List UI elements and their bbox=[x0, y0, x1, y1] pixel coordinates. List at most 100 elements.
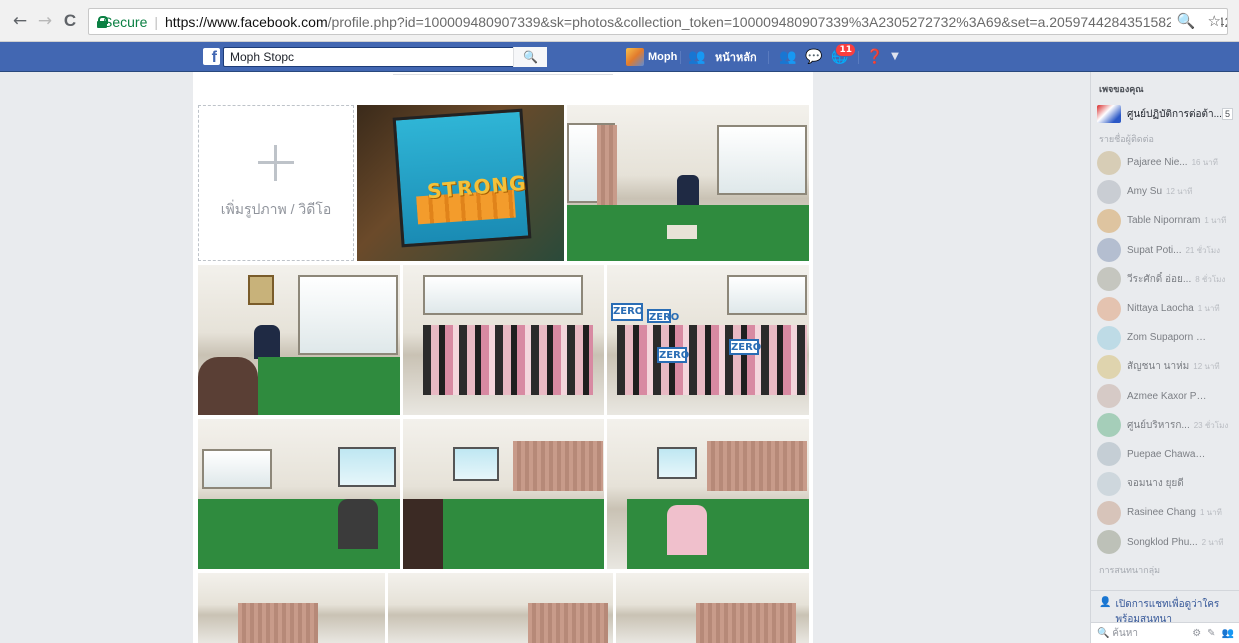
avatar bbox=[1097, 442, 1121, 467]
contact-name: จอมนาง ยุยดี bbox=[1127, 478, 1184, 490]
address-bar[interactable]: Secure | https://www.facebook.com/profil… bbox=[88, 8, 1228, 35]
divider bbox=[768, 51, 769, 64]
profile-link[interactable]: Moph bbox=[626, 48, 677, 66]
messages-icon[interactable]: 💬 bbox=[804, 47, 824, 67]
plus-icon bbox=[258, 145, 294, 181]
reload-icon[interactable]: C bbox=[58, 9, 82, 33]
photo-thumbnail[interactable] bbox=[403, 419, 604, 569]
help-icon[interactable]: ❓ bbox=[865, 47, 885, 67]
url-host: https://www.facebook.com bbox=[165, 13, 328, 30]
photo-thumbnail[interactable]: STRONG bbox=[357, 105, 564, 261]
create-group-icon[interactable]: 👥 bbox=[1222, 628, 1234, 639]
avatar bbox=[1097, 296, 1121, 321]
contact-name: ศูนย์บริหารก... bbox=[1127, 419, 1190, 431]
photo-thumbnail[interactable] bbox=[388, 573, 613, 643]
last-active-time: 16 นาที bbox=[1191, 158, 1218, 168]
new-message-icon[interactable]: ✎ bbox=[1207, 628, 1215, 639]
contact-item[interactable]: Rasinee Chang 1 นาที bbox=[1091, 498, 1239, 527]
avatar bbox=[1097, 384, 1121, 409]
avatar bbox=[1097, 208, 1121, 233]
page-avatar bbox=[1097, 105, 1121, 123]
photo-thumbnail[interactable] bbox=[607, 419, 809, 569]
zoom-icon[interactable]: 🔍 bbox=[1177, 12, 1196, 30]
chat-search-placeholder: ค้นหา bbox=[1112, 627, 1138, 639]
contact-item[interactable]: Nittaya Laocha 1 นาที bbox=[1091, 294, 1239, 323]
settings-gear-icon[interactable]: ⚙ bbox=[1192, 628, 1201, 639]
last-active-time: 2 นาที bbox=[1201, 537, 1224, 547]
back-icon[interactable]: ← bbox=[8, 9, 32, 33]
photo-thumbnail[interactable] bbox=[567, 105, 809, 261]
contact-name: Amy Su bbox=[1127, 186, 1163, 198]
contact-name: Songklod Phu... bbox=[1127, 536, 1198, 548]
last-active-time: 12 นาที bbox=[1166, 187, 1193, 197]
contact-item[interactable]: วีระศักดิ์ อ่อย... 8 ชั่วโมง bbox=[1091, 265, 1239, 294]
pages-header: เพจของคุณ bbox=[1099, 84, 1144, 94]
contact-name: สัญชนา นาห่ม bbox=[1127, 361, 1190, 373]
notifications-icon[interactable]: 🌐 11 bbox=[830, 43, 856, 67]
avatar bbox=[1097, 413, 1121, 438]
browser-toolbar: ← → C Secure | https://www.facebook.com /… bbox=[0, 0, 1239, 42]
last-active-time: 1 นาที bbox=[1204, 216, 1227, 226]
home-link[interactable]: หน้าหลัก bbox=[715, 48, 757, 66]
photo-thumbnail[interactable] bbox=[198, 419, 400, 569]
contact-item[interactable]: จอมนาง ยุยดี bbox=[1091, 469, 1239, 498]
facebook-top-bar: f Moph Stopc 🔍 Moph 👥 หน้าหลัก 👥 💬 🌐 11 ❓… bbox=[0, 42, 1239, 72]
contact-name: Zom Supaporn Boo... bbox=[1127, 332, 1207, 344]
page-count-badge: 5 bbox=[1221, 108, 1233, 120]
search-icon[interactable]: 🔍 bbox=[513, 47, 547, 67]
avatar bbox=[1097, 267, 1121, 292]
contact-list: Pajaree Nie... 16 นาที Amy Su 12 นาที Table … bbox=[1091, 148, 1239, 557]
find-friends-icon[interactable]: 👥 bbox=[687, 47, 707, 67]
contact-name: Rasinee Chang bbox=[1127, 507, 1196, 519]
search-icon: 🔍 bbox=[1097, 627, 1110, 639]
contact-item[interactable]: ศูนย์บริหารก... 23 ชั่วโมง bbox=[1091, 411, 1239, 440]
group-conversations-header: การสนทนากลุ่ม bbox=[1099, 564, 1161, 575]
photo-thumbnail[interactable] bbox=[198, 573, 385, 643]
contact-item[interactable]: สัญชนา นาห่ม 12 นาที bbox=[1091, 352, 1239, 381]
contacts-header: รายชื่อผู้ติดต่อ bbox=[1099, 134, 1154, 144]
account-menu-chevron-down-icon[interactable]: ▼ bbox=[885, 47, 905, 67]
divider: | bbox=[154, 13, 158, 30]
facebook-logo-icon[interactable]: f bbox=[203, 48, 220, 65]
divider bbox=[858, 51, 859, 64]
avatar bbox=[1097, 500, 1121, 525]
last-active-time: 8 ชั่วโมง bbox=[1195, 274, 1226, 284]
url-path: /profile.php?id=100009480907339&sk=photo… bbox=[327, 13, 1228, 30]
notifications-badge: 11 bbox=[835, 43, 856, 57]
profile-name: Moph bbox=[648, 51, 678, 63]
home-label: หน้าหลัก bbox=[715, 52, 757, 64]
photo-thumbnail[interactable] bbox=[198, 265, 400, 415]
album-photo-grid: เพิ่มรูปภาพ / วิดีโอ STRONG ZERO ZERO ZE… bbox=[193, 72, 813, 643]
search-input[interactable]: Moph Stopc bbox=[223, 47, 547, 67]
photo-thumbnail[interactable] bbox=[616, 573, 809, 643]
secure-label: Secure bbox=[103, 13, 148, 30]
contact-name: Azmee Kaxor Phos bbox=[1127, 390, 1207, 402]
contact-name: Puepae Chawantha... bbox=[1127, 448, 1207, 460]
contact-item[interactable]: Table Nipornram 1 นาที bbox=[1091, 206, 1239, 235]
friend-requests-icon[interactable]: 👥 bbox=[778, 47, 798, 67]
contact-item[interactable]: Zom Supaporn Boo... bbox=[1091, 323, 1239, 352]
contact-item[interactable]: Puepae Chawantha... bbox=[1091, 440, 1239, 469]
sidebar-page-item[interactable]: ศูนย์ปฏิบัติการต่อต้า... 5 bbox=[1091, 102, 1239, 126]
add-photo-video-button[interactable]: เพิ่มรูปภาพ / วิดีโอ bbox=[198, 105, 354, 261]
photo-thumbnail[interactable] bbox=[403, 265, 604, 415]
contact-name: Pajaree Nie... bbox=[1127, 157, 1188, 169]
contact-item[interactable]: Songklod Phu... 2 นาที bbox=[1091, 527, 1239, 556]
chat-search-input[interactable]: 🔍 ค้นหา ⚙ ✎ 👥 bbox=[1091, 622, 1239, 643]
avatar bbox=[1097, 354, 1121, 379]
contact-item[interactable]: Amy Su 12 นาที bbox=[1091, 177, 1239, 206]
contact-item[interactable]: Pajaree Nie... 16 นาที bbox=[1091, 148, 1239, 177]
bookmark-star-icon[interactable]: ☆ bbox=[1208, 12, 1221, 30]
forward-icon[interactable]: → bbox=[33, 9, 57, 33]
contact-name: วีระศักดิ์ อ่อย... bbox=[1127, 273, 1192, 285]
divider bbox=[393, 72, 613, 75]
add-photo-video-label: เพิ่มรูปภาพ / วิดีโอ bbox=[220, 201, 332, 217]
contact-item[interactable]: Azmee Kaxor Phos bbox=[1091, 382, 1239, 411]
last-active-time: 12 นาที bbox=[1193, 362, 1220, 372]
last-active-time: 1 นาที bbox=[1199, 508, 1222, 518]
avatar bbox=[1097, 325, 1121, 350]
avatar bbox=[1097, 530, 1121, 555]
photo-thumbnail[interactable]: ZERO ZERO ZERO ZERO bbox=[607, 265, 809, 415]
avatar bbox=[1097, 179, 1121, 204]
contact-item[interactable]: Supat Poti... 21 ชั่วโมง bbox=[1091, 236, 1239, 265]
